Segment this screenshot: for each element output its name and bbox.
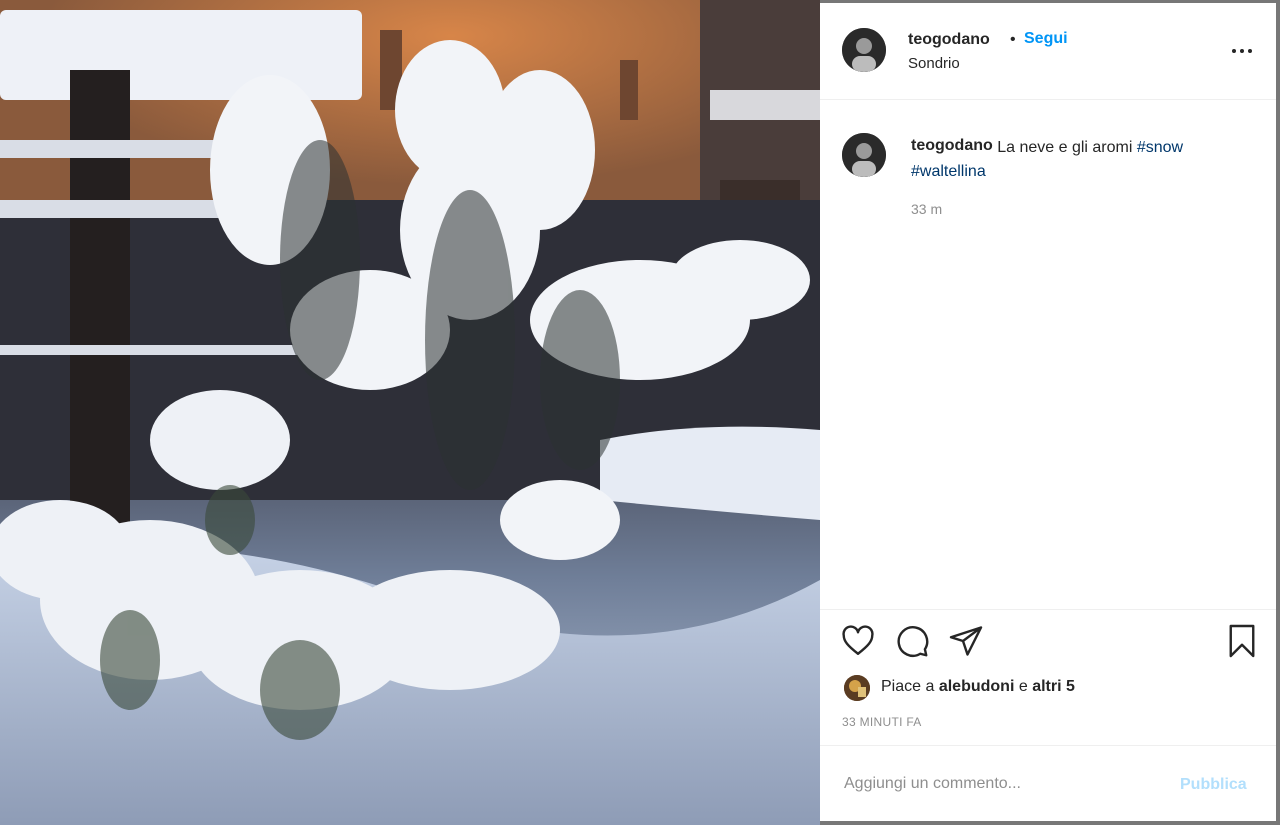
caption-time[interactable]: 33 m xyxy=(911,201,942,217)
paper-plane-icon[interactable] xyxy=(948,623,984,659)
hashtag-waltellina[interactable]: #waltellina xyxy=(911,163,986,180)
actions-divider xyxy=(820,609,1276,611)
post-image[interactable] xyxy=(0,0,820,825)
comment-form: Pubblica xyxy=(820,745,1276,822)
author-username[interactable]: teogodano xyxy=(908,31,990,49)
more-options-icon[interactable] xyxy=(1230,41,1254,61)
comment-icon[interactable] xyxy=(894,623,930,659)
post-detail-panel: teogodano • Segui Sondrio teogodano teog… xyxy=(820,3,1276,821)
likes-text: Piace a alebudoni e altri 5 xyxy=(881,678,1075,696)
likes-middle: e xyxy=(1018,678,1028,695)
caption-text: teogodano La neve e gli aromi #snow #wal… xyxy=(911,136,1251,184)
comment-input[interactable] xyxy=(842,774,1146,794)
post-location[interactable]: Sondrio xyxy=(908,55,960,72)
snowy-plant-photo xyxy=(0,0,820,825)
likes-others-link[interactable]: altri 5 xyxy=(1032,678,1075,695)
heart-icon[interactable] xyxy=(840,623,876,659)
publish-button[interactable]: Pubblica xyxy=(1180,776,1247,794)
liker-avatar[interactable] xyxy=(844,675,870,701)
caption-body: La neve e gli aromi xyxy=(997,139,1133,156)
posted-time[interactable]: 33 MINUTI FA xyxy=(842,715,922,729)
follow-button[interactable]: Segui xyxy=(1024,30,1068,48)
bookmark-icon[interactable] xyxy=(1224,623,1260,659)
caption-avatar[interactable] xyxy=(842,133,886,177)
post-header: teogodano • Segui Sondrio xyxy=(820,3,1276,100)
author-avatar[interactable] xyxy=(842,28,886,72)
liker-username[interactable]: alebudoni xyxy=(939,678,1015,695)
separator-dot: • xyxy=(1010,31,1016,48)
hashtag-snow[interactable]: #snow xyxy=(1137,139,1183,156)
likes-prefix: Piace a xyxy=(881,678,935,695)
